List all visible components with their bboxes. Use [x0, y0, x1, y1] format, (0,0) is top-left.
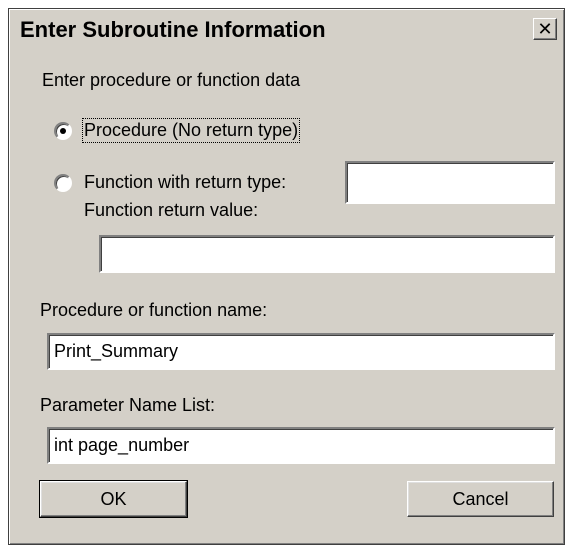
name-field-label: Procedure or function name: [40, 300, 268, 320]
procedure-radio[interactable] [54, 122, 72, 140]
ok-button[interactable]: OK [39, 480, 188, 518]
return-value-input[interactable] [99, 235, 555, 273]
return-type-input[interactable] [345, 161, 555, 204]
title-bar[interactable]: Enter Subroutine Information ✕ [12, 12, 561, 46]
subroutine-dialog: Enter Subroutine Information ✕ Enter pro… [8, 8, 565, 545]
dialog-title: Enter Subroutine Information [20, 17, 326, 42]
name-input[interactable]: Print_Summary [47, 333, 555, 370]
close-icon: ✕ [537, 19, 553, 39]
return-value-label: Function return value: [84, 200, 259, 220]
cancel-button[interactable]: Cancel [407, 481, 554, 517]
function-radio[interactable] [54, 174, 72, 192]
radio-selected-dot [60, 128, 66, 134]
params-input[interactable]: int page_number [47, 427, 555, 464]
section-heading: Enter procedure or function data [42, 70, 301, 90]
close-button[interactable]: ✕ [533, 18, 557, 40]
function-radio-label[interactable]: Function with return type: [84, 172, 286, 193]
params-field-label: Parameter Name List: [40, 395, 216, 415]
procedure-radio-label[interactable]: Procedure (No return type) [81, 118, 301, 143]
